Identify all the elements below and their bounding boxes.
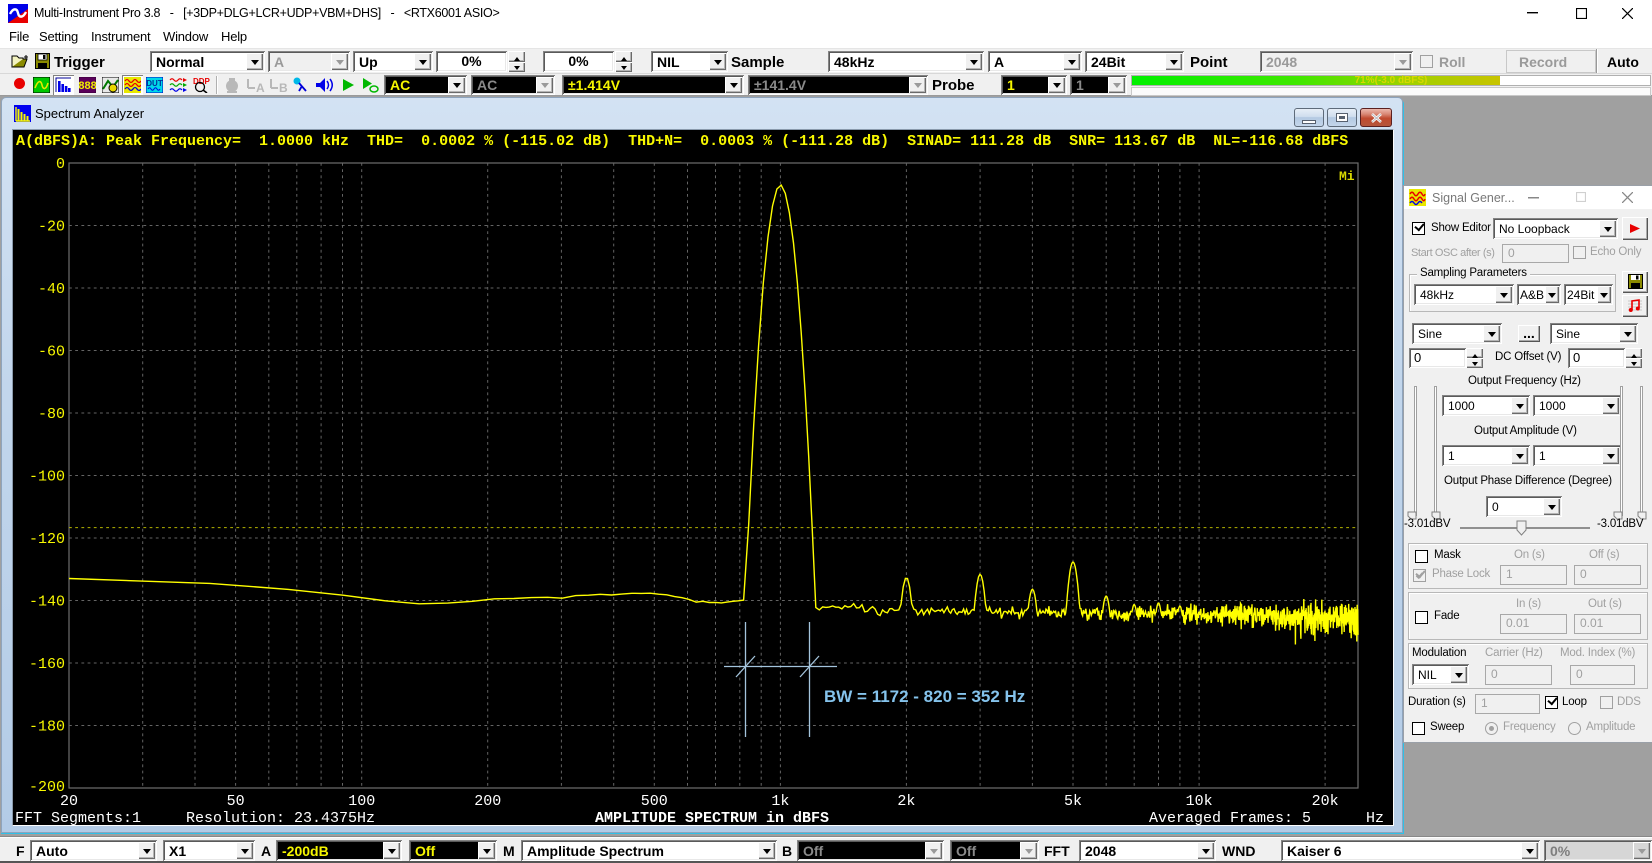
svg-text:Hz: Hz xyxy=(1366,810,1384,827)
svg-text:A: A xyxy=(256,81,265,93)
svg-text:1k: 1k xyxy=(771,793,789,810)
svg-text:FFT Segments:1 Resolution:: FFT Segments:1 Resolution: 23.4375Hz xyxy=(15,810,375,827)
svg-text:AMPLITUDE SPECTRUM in dBFS: AMPLITUDE SPECTRUM in dBFS xyxy=(595,810,829,827)
svg-text:-180: -180 xyxy=(29,719,65,736)
svg-text:Averaged Frames: 5: Averaged Frames: 5 xyxy=(1149,810,1311,827)
svg-text:-60: -60 xyxy=(38,344,65,361)
svg-text:-140: -140 xyxy=(29,594,65,611)
svg-text:-100: -100 xyxy=(29,469,65,486)
svg-text:Mi: Mi xyxy=(1339,169,1355,184)
svg-text:200: 200 xyxy=(474,793,501,810)
svg-text:-40: -40 xyxy=(38,281,65,298)
svg-text:20k: 20k xyxy=(1312,793,1339,810)
svg-text:-80: -80 xyxy=(38,406,65,423)
svg-text:-120: -120 xyxy=(29,531,65,548)
svg-text:10k: 10k xyxy=(1186,793,1213,810)
svg-text:888: 888 xyxy=(79,80,96,92)
svg-text:100: 100 xyxy=(348,793,375,810)
svg-text:0: 0 xyxy=(56,156,65,173)
svg-text:500: 500 xyxy=(641,793,668,810)
svg-text:BW = 1172 - 820 = 352 Hz: BW = 1172 - 820 = 352 Hz xyxy=(824,687,1025,706)
svg-text:A(dBFS)A: Peak Frequency= 1.0: A(dBFS)A: Peak Frequency= 1.0000 kHz THD… xyxy=(16,133,1348,150)
svg-text:-160: -160 xyxy=(29,656,65,673)
svg-text:5k: 5k xyxy=(1064,793,1082,810)
svg-text:DUT: DUT xyxy=(146,79,163,88)
svg-text:20: 20 xyxy=(60,793,78,810)
svg-text:B: B xyxy=(279,81,288,93)
svg-text:2k: 2k xyxy=(897,793,915,810)
svg-text:50: 50 xyxy=(227,793,245,810)
svg-text:-20: -20 xyxy=(38,219,65,236)
